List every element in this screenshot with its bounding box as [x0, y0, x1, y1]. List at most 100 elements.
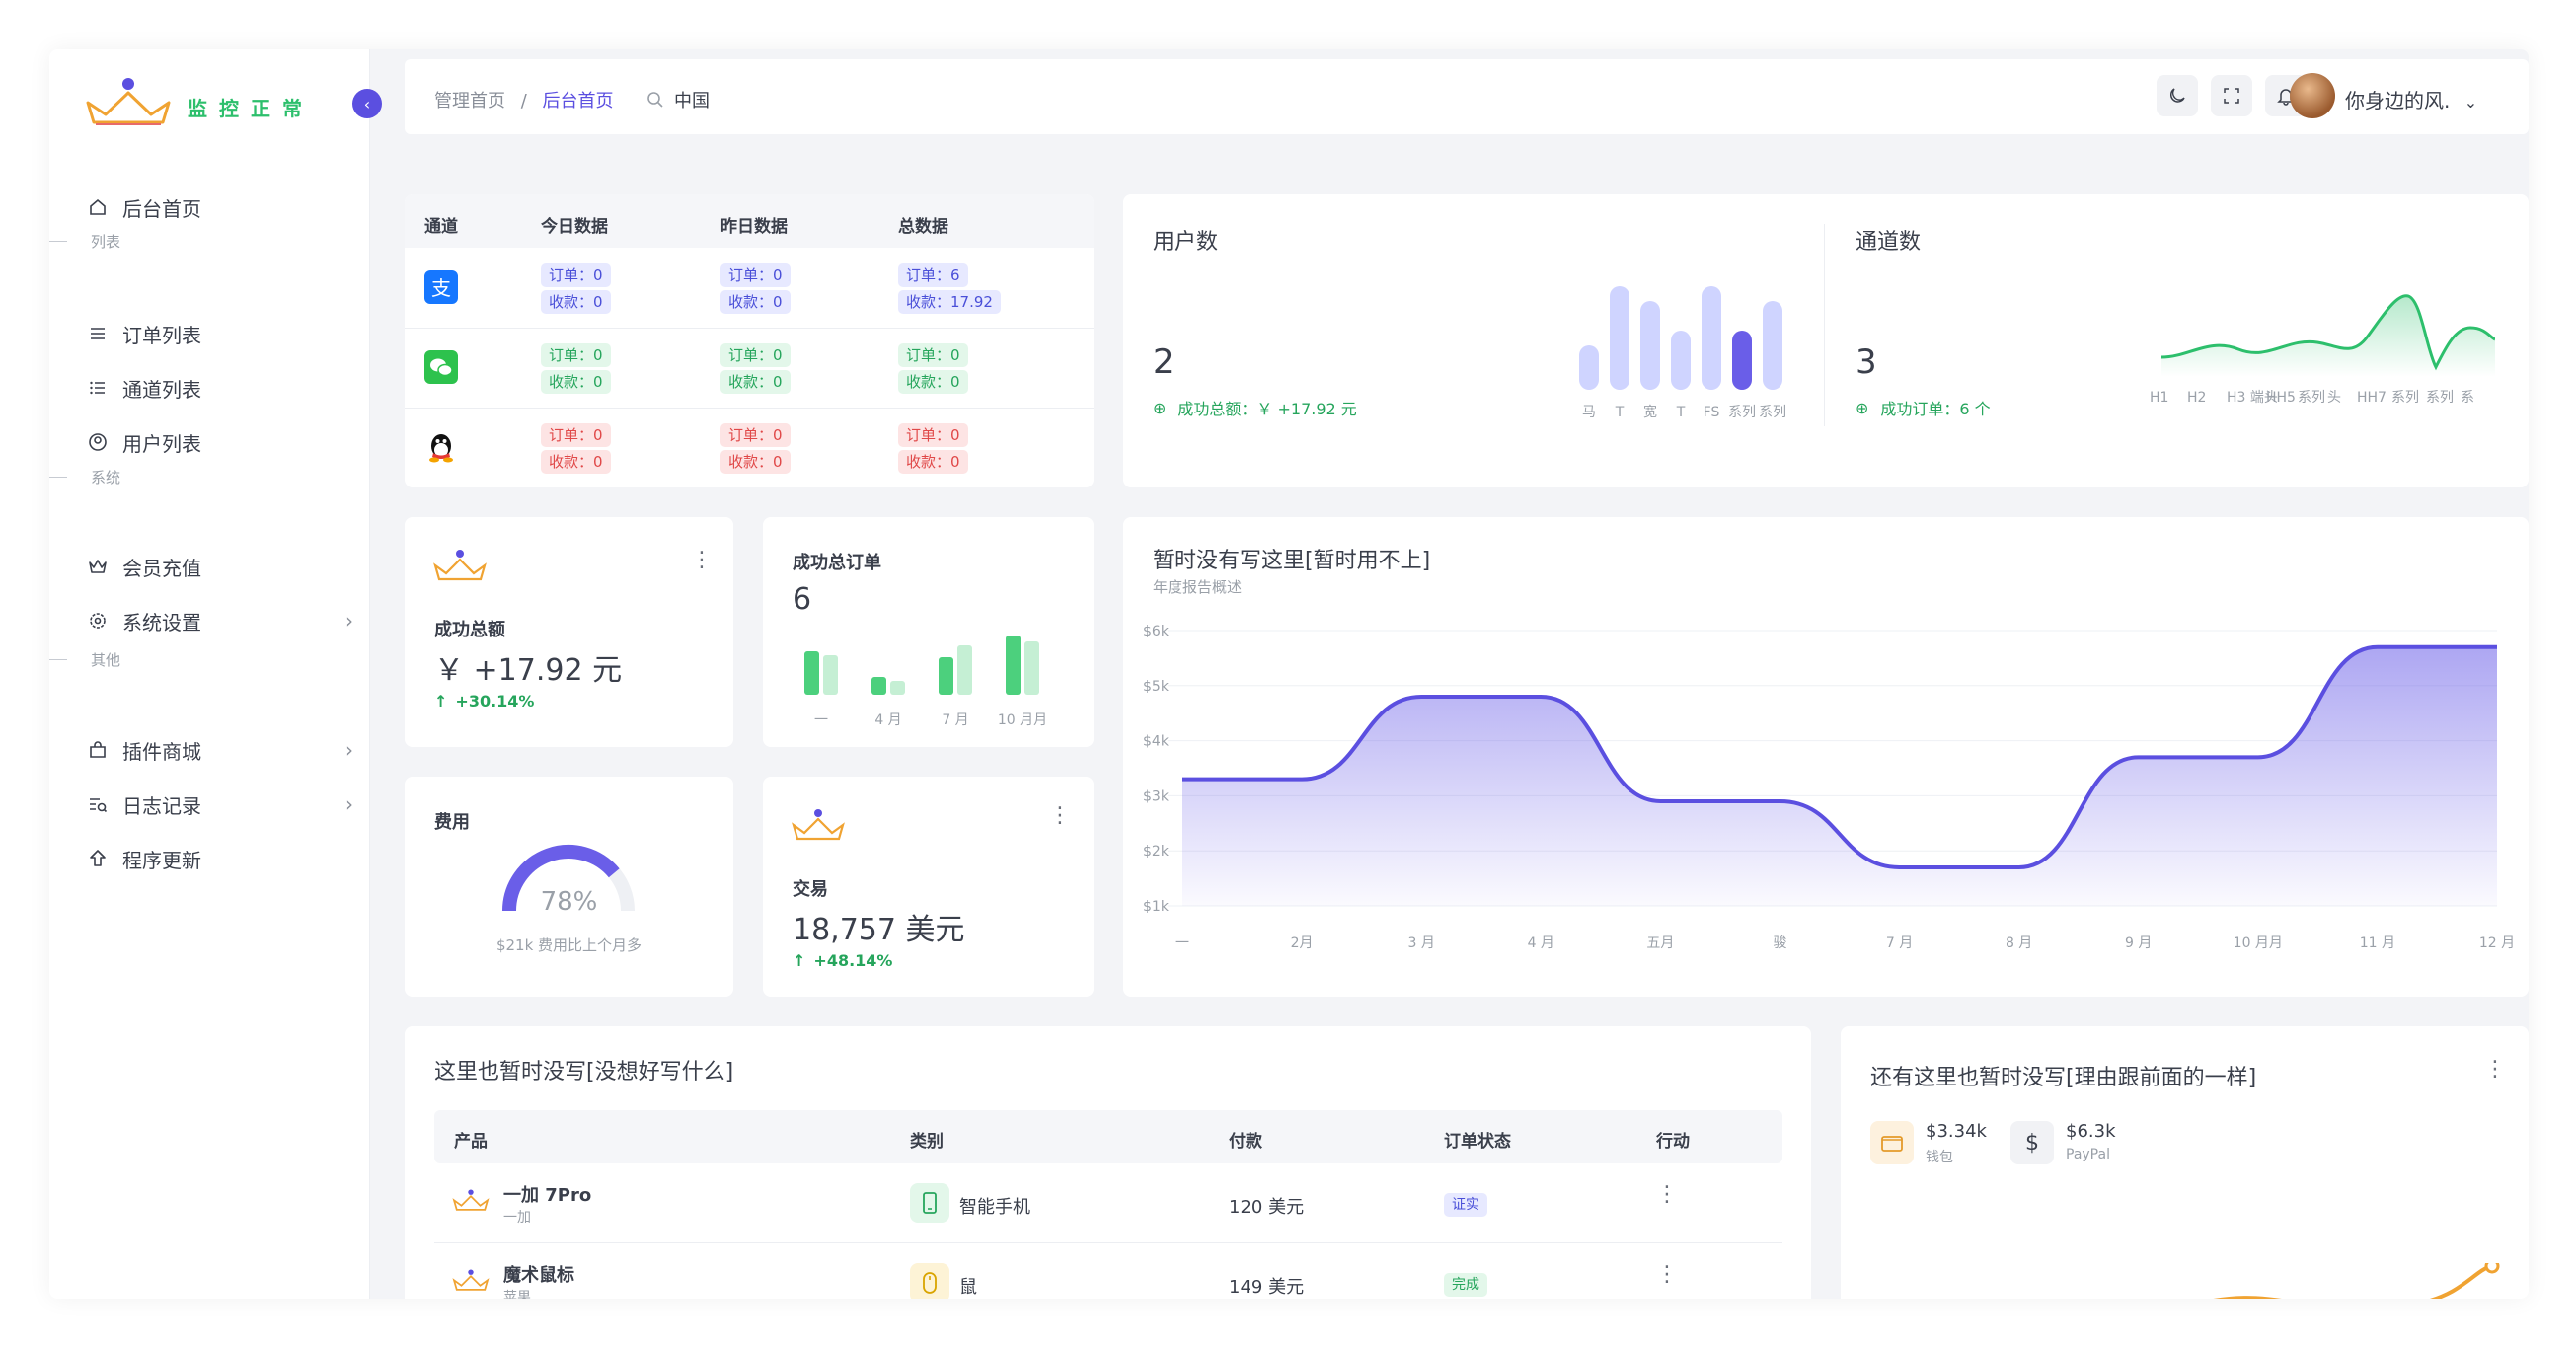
y-tick-label: $4k — [1143, 734, 1170, 750]
nav-users[interactable]: 用户列表 — [87, 422, 353, 462]
wechat-icon — [424, 350, 458, 384]
phone-icon — [910, 1183, 949, 1223]
channels-line-label: HH7 — [2357, 390, 2387, 406]
col-action: 行动 — [1656, 1132, 1690, 1152]
x-tick-label: 8 月 — [2006, 935, 2032, 951]
dashboard-app: 监控正常 ‹ 后台首页 列表 订单列表 通道列表 用户列表 系统 会员充值 系统… — [49, 49, 2529, 1299]
channel-cell: 订单：0 收款：0 — [898, 423, 968, 474]
divider — [1824, 224, 1825, 426]
more-icon[interactable]: ⋮ — [691, 550, 713, 571]
users-bar-label: FS — [1704, 405, 1720, 420]
dark-mode-button[interactable] — [2157, 75, 2198, 116]
channels-line-label: 头 — [2327, 390, 2341, 406]
dollar-icon: $ — [2010, 1121, 2054, 1164]
nav-settings-label: 系统设置 — [122, 610, 201, 635]
channels-line-chart: H1 H2 H3 端头HH5 系列头 HH7 系列 系列系 — [2150, 294, 2495, 406]
search-input[interactable]: 中国 — [674, 87, 710, 112]
nav-orders-label: 订单列表 — [122, 323, 201, 347]
channel-cell: 订单：0 收款：0 — [720, 423, 791, 474]
more-icon[interactable]: ⋮ — [1656, 1184, 1678, 1206]
users-channels-card: 用户数 2 ⊕ 成功总额：￥ +17.92 元 马 T 宽 T FS 系列 系列 通道数 3… — [1123, 194, 2529, 487]
nav-plugins[interactable]: 插件商城 › — [87, 730, 353, 770]
stat-pill: 订单：0 — [720, 423, 791, 447]
arrow-up-circle-icon: ⊕ — [1856, 398, 1869, 417]
channel-cell: 订单：0 收款：0 — [720, 263, 791, 314]
table-row[interactable]: 魔术鼠标 苹果 鼠 149 美元 完成 ⋮ — [434, 1243, 1782, 1299]
success-orders-card: 成功总订单 6 一 4 月 7 月 10 月月 — [763, 517, 1094, 747]
channels-area — [2161, 295, 2495, 377]
fullscreen-button[interactable] — [2211, 75, 2252, 116]
nav-logs[interactable]: 日志记录 › — [87, 785, 353, 824]
nav-plugins-label: 插件商城 — [122, 739, 201, 764]
crown-icon — [433, 550, 487, 581]
col-product: 产品 — [454, 1132, 488, 1152]
trade-card: ⋮ 交易 18,757 美元 ↑ +48.14% — [763, 777, 1094, 997]
channel-row: 订单：0 收款：0 订单：0 收款：0 订单：0 收款：0 — [405, 408, 1094, 487]
users-bar-label: T — [1676, 405, 1686, 420]
fee-title: 费用 — [434, 812, 470, 833]
nav-update[interactable]: 程序更新 — [87, 839, 353, 878]
success-orders-title: 成功总订单 — [793, 553, 881, 573]
more-icon[interactable]: ⋮ — [1049, 805, 1071, 827]
arrow-up-icon: ↑ — [434, 692, 448, 711]
list-icon — [87, 323, 109, 344]
orders-bar-label: 7 月 — [942, 712, 968, 728]
table-row[interactable]: 一加 7Pro 一加 智能手机 120 美元 证实 ⋮ — [434, 1163, 1782, 1243]
user-circle-icon — [87, 431, 109, 453]
channel-row: 支 订单：0 收款：0 订单：0 收款：0 订单：6 收款：17.92 — [405, 248, 1094, 328]
product-brand: 一加 — [503, 1210, 531, 1226]
orders-bar-label: 10 月月 — [998, 712, 1047, 728]
products-card: 这里也暂时没写[没想好写什么] 产品 类别 付款 订单状态 行动 一加 7Pro… — [405, 1026, 1811, 1299]
channels-line-label: 系列 — [2298, 390, 2325, 406]
shopping-bag-icon — [87, 739, 109, 761]
x-tick-label: 12 月 — [2479, 935, 2515, 951]
search-box[interactable]: 中国 — [646, 87, 710, 112]
products-table-header — [434, 1110, 1782, 1163]
success-total-value: ￥ +17.92 元 — [434, 653, 623, 688]
nav-channels[interactable]: 通道列表 — [87, 368, 353, 408]
x-tick-label: 11 月 — [2360, 935, 2395, 951]
chevron-right-icon: › — [345, 738, 353, 762]
crown-logo — [86, 78, 171, 125]
y-tick-label: $1k — [1143, 899, 1170, 915]
nav-channels-label: 通道列表 — [122, 377, 201, 402]
trade-change: ↑ +48.14% — [793, 951, 892, 970]
users-bar — [1579, 345, 1599, 390]
more-icon[interactable]: ⋮ — [2484, 1059, 2506, 1081]
collapse-sidebar-button[interactable]: ‹ — [352, 89, 382, 118]
section-system: 系统 — [49, 467, 120, 487]
brand-status: 监控正常 — [188, 97, 314, 120]
channels-line-label: 系列 — [2391, 390, 2419, 406]
more-icon[interactable]: ⋮ — [1656, 1264, 1678, 1286]
orders-bar — [823, 655, 838, 695]
x-tick-label: 4 月 — [1528, 935, 1554, 951]
orders-bar — [957, 645, 972, 695]
nav-recharge[interactable]: 会员充值 — [87, 547, 353, 586]
channels-title: 通道数 — [1856, 230, 1922, 255]
users-sub-text: 成功总额：￥ +17.92 元 — [1177, 400, 1357, 418]
crown-icon — [792, 809, 845, 841]
moon-icon — [2169, 88, 2185, 103]
breadcrumb-root[interactable]: 管理首页 — [434, 91, 505, 112]
nav-settings[interactable]: 系统设置 › — [87, 601, 353, 640]
channel-stats-card: 通道 今日数据 昨日数据 总数据 支订单：0 收款：0 订单：0 收款：0 订单：6 收款… — [405, 194, 1094, 487]
wallet-card: 还有这里也暂时没写[理由跟前面的一样] ⋮ $3.34k 钱包 $ $6.3k … — [1841, 1026, 2529, 1299]
user-menu[interactable]: 你身边的风. ⌄ — [2345, 85, 2477, 113]
products-title: 这里也暂时没写[没想好写什么] — [434, 1060, 734, 1085]
nav-update-label: 程序更新 — [122, 848, 201, 872]
annual-report-card: 暂时没有写这里[暂时用不上] 年度报告概述 $6k $5k $4k $3k $2k $1k… — [1123, 517, 2529, 997]
avatar[interactable] — [2290, 73, 2335, 118]
stat-pill: 订单：6 — [898, 263, 968, 287]
sidebar: 监控正常 ‹ 后台首页 列表 订单列表 通道列表 用户列表 系统 会员充值 系统… — [49, 49, 382, 1299]
nav-orders[interactable]: 订单列表 — [87, 314, 353, 353]
nav-home[interactable]: 后台首页 — [87, 187, 353, 227]
channels-sub-text: 成功订单：6 个 — [1880, 400, 1991, 418]
x-tick-label: 五月 — [1646, 935, 1674, 951]
nav-home-label: 后台首页 — [122, 196, 201, 221]
orders-bar — [1006, 636, 1021, 695]
channels-line-label: H1 — [2150, 390, 2168, 406]
channel-row: 订单：0 收款：0 订单：0 收款：0 订单：0 收款：0 — [405, 328, 1094, 408]
paypal-label: PayPal — [2066, 1147, 2110, 1162]
users-bar — [1671, 331, 1691, 390]
users-bar — [1702, 286, 1721, 390]
